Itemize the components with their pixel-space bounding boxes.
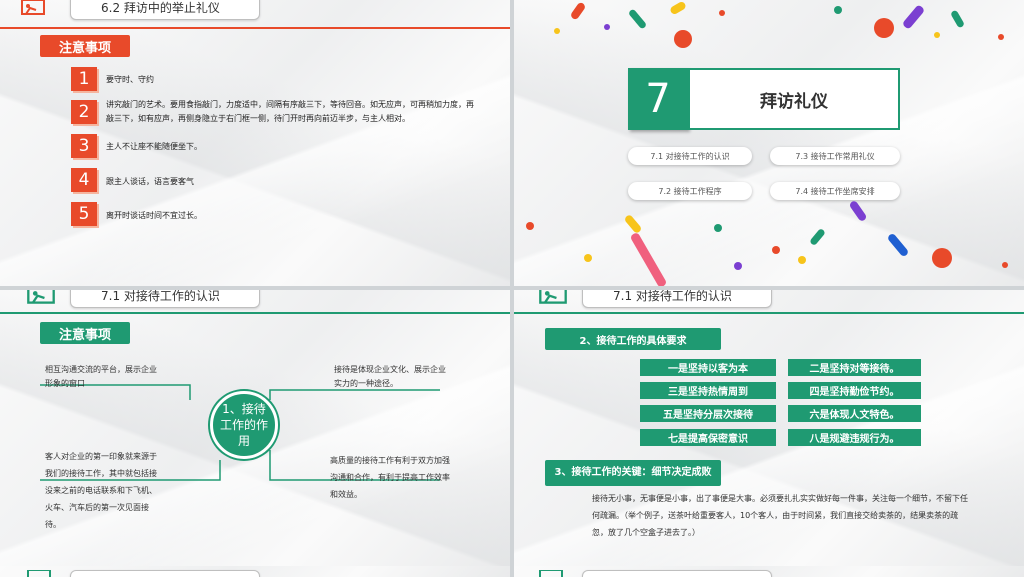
confetti-decoration [834,6,842,14]
section-2-heading: 2、接待工作的具体要求 [545,328,721,350]
right-bottom-text: 高质量的接待工作有利于双方加强沟通和合作，有利于提高工作效率和效益。 [330,456,450,499]
item-text-5: 离开时谈话时间不宜过长。 [106,211,202,220]
presentation-logo-icon [539,570,563,577]
confetti-decoration [526,222,534,230]
requirement-3: 三是坚持热情周到 [640,382,776,399]
slide-title: 6.2 拜访中的举止礼仪 [70,0,260,20]
requirement-6: 六是体现人文特色。 [788,405,921,422]
chapter-number: 7 [645,76,671,122]
confetti-decoration [932,248,952,268]
confetti-decoration [934,32,940,38]
confetti-decoration [554,28,560,34]
section-link-7-3[interactable]: 7.3 接待工作常用礼仪 [770,147,900,165]
item-number-3: 3 [71,134,97,158]
section-3-heading: 3、接待工作的关键：细节决定成败 [545,460,721,486]
chapter-title-box: 拜访礼仪 [688,68,900,130]
center-circle: 1、接待工作的作用 [210,391,278,459]
requirement-2: 二是坚持对等接待。 [788,359,921,376]
confetti-decoration [584,254,592,262]
confetti-decoration [674,30,692,48]
item-text-4: 跟主人谈话，语言要客气 [106,177,194,186]
slide-7-1-role[interactable]: 7.1 对接待工作的认识 注意事项 1、接待工作的作用 相互沟通交流的平台，展示… [0,290,510,576]
next-slide-title [582,570,772,577]
next-slide-title [70,570,260,577]
item-number-5: 5 [71,202,97,226]
requirement-8: 八是规避违规行为。 [788,429,921,446]
left-top-text: 相互沟通交流的平台，展示企业形象的窗口 [45,365,157,388]
section-link-7-2[interactable]: 7.2 接待工作程序 [628,182,752,200]
requirement-7: 七是提高保密意识 [640,429,776,446]
section-link-7-1[interactable]: 7.1 对接待工作的认识 [628,147,752,165]
next-slide-right[interactable] [514,566,1024,577]
requirement-5: 五是坚持分层次接待 [640,405,776,422]
next-slide-left[interactable] [0,566,510,577]
confetti-decoration [604,24,610,30]
item-text-1: 要守时、守约 [106,75,154,84]
header-divider [514,312,1024,314]
slide-title: 7.1 对接待工作的认识 [582,290,772,308]
slide-7-1-requirements[interactable]: 7.1 对接待工作的认识 2、接待工作的具体要求 一是坚持以客为本 二是坚持对等… [514,290,1024,576]
chapter-number-box: 7 [628,68,688,130]
left-bottom-text: 客人对企业的第一印象就来源于我们的接待工作，其中就包括接没来之前的电话联系和下飞… [45,452,157,529]
requirement-1: 一是坚持以客为本 [640,359,776,376]
confetti-decoration [719,10,725,16]
item-text-2: 讲究敲门的艺术。要用食指敲门，力度适中，间隔有序敲三下，等待回音。如无应声，可再… [106,100,474,123]
slide-title-text: 7.1 对接待工作的认识 [613,290,732,303]
slide-title-text: 6.2 拜访中的举止礼仪 [101,0,220,15]
section-3-body: 接待无小事，无事便是小事，出了事便是大事。必须要扎扎实实做好每一件事，关注每一个… [592,494,968,537]
chapter-title: 拜访礼仪 [760,91,828,112]
slide-chapter-7[interactable]: 7 拜访礼仪 7.1 对接待工作的认识 7.3 接待工作常用礼仪 7.2 接待工… [514,0,1024,286]
section-link-7-4[interactable]: 7.4 接待工作坐席安排 [770,182,900,200]
background-texture [514,0,1024,286]
confetti-decoration [1002,262,1008,268]
notice-tag: 注意事项 [40,35,130,57]
center-label: 1、接待工作的作用 [219,402,268,448]
confetti-decoration [734,262,742,270]
confetti-decoration [798,256,806,264]
presentation-logo-icon [21,0,45,15]
right-top-text: 接待是体现企业文化、展示企业实力的一种途径。 [334,365,446,388]
item-text-3: 主人不让座不能随便坐下。 [106,142,202,151]
confetti-decoration [772,246,780,254]
item-number-1: 1 [71,67,97,91]
item-number-4: 4 [71,168,97,192]
item-number-2: 2 [71,100,97,124]
confetti-decoration [998,34,1004,40]
confetti-decoration [714,224,722,232]
presentation-logo-icon [27,570,51,577]
requirement-4: 四是坚持勤俭节约。 [788,382,921,399]
slide-6-2[interactable]: 6.2 拜访中的举止礼仪 注意事项 1 要守时、守约 2 讲究敲门的艺术。要用食… [0,0,510,286]
presentation-logo-icon [539,290,567,304]
header-divider [0,27,510,29]
confetti-decoration [874,18,894,38]
